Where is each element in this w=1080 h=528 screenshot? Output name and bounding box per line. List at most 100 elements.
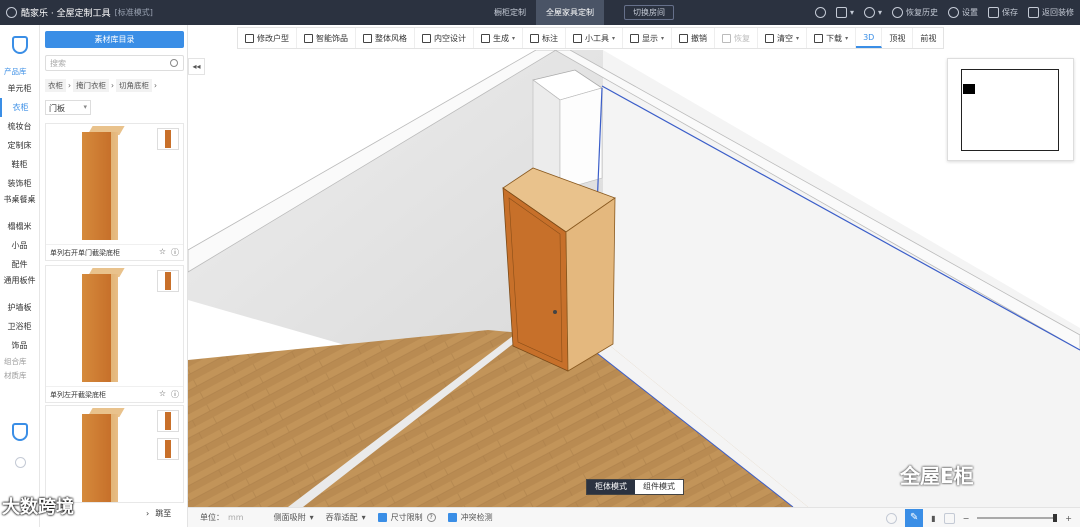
back-to-decor-button[interactable]: 返回装修 xyxy=(1028,7,1074,18)
view-front-tab[interactable]: 前视 xyxy=(913,28,943,48)
message-menu[interactable]: ▾ xyxy=(835,7,854,18)
undo-button[interactable]: 撤销 xyxy=(672,28,716,48)
star-icon[interactable]: ☆ xyxy=(159,389,166,400)
rail-item-bath-cabinet[interactable]: 卫浴柜 xyxy=(0,317,39,336)
cabinet-mode-button[interactable]: 柜体模式 xyxy=(587,480,635,494)
breadcrumb-item[interactable]: 切角底柜 xyxy=(116,79,152,92)
rail-item-ornament[interactable]: 饰品 xyxy=(0,336,39,355)
side-snap-label: 侧面吸附 xyxy=(273,513,306,522)
rail-item-desk[interactable]: 书桌餐桌 xyxy=(0,193,39,217)
tools-menu[interactable]: 小工具 ▾ xyxy=(566,28,624,48)
door-filter-select[interactable]: 门板 ▾ xyxy=(45,100,91,115)
brush-button[interactable]: ✎ xyxy=(905,509,924,527)
help-icon[interactable]: ? xyxy=(426,513,436,522)
rail-section-products[interactable]: 产品库 xyxy=(0,65,39,79)
rail-item-dresser[interactable]: 梳妆台 xyxy=(0,117,39,136)
annotate-label: 标注 xyxy=(542,33,559,43)
generate-menu[interactable]: 生成 ▾ xyxy=(474,28,524,48)
download-label: 下载 xyxy=(826,33,843,43)
unit-label: 单位： xyxy=(200,513,224,522)
edit-floorplan-button[interactable]: 修改户型 xyxy=(238,28,297,48)
render-icon[interactable] xyxy=(886,512,898,524)
variant-thumb[interactable] xyxy=(157,270,179,292)
jump-to-label[interactable]: 跳至 xyxy=(155,508,171,519)
switch-room-button[interactable]: 切换房间 xyxy=(624,5,674,20)
view-3d-tab[interactable]: 3D xyxy=(856,28,883,48)
restore-history-button[interactable]: 恢复历史 xyxy=(892,7,938,18)
catalog-button[interactable]: 素材库目录 xyxy=(45,31,184,48)
variant-thumb[interactable] xyxy=(157,128,179,150)
user-icon[interactable] xyxy=(814,7,826,18)
side-snap-toggle[interactable]: 侧面吸附 ▾ xyxy=(274,512,314,523)
checkbox-icon[interactable] xyxy=(377,513,387,522)
size-limit-label: 尺寸限制 xyxy=(390,513,423,522)
mic-icon[interactable]: ▮ xyxy=(931,514,935,523)
rail-item-custom-bed[interactable]: 定制床 xyxy=(0,136,39,155)
settings-button[interactable]: 设置 xyxy=(948,7,978,18)
view-top-tab[interactable]: 顶视 xyxy=(882,28,914,48)
smart-decor-button[interactable]: 智能饰品 xyxy=(297,28,356,48)
fit-view-icon[interactable] xyxy=(943,512,955,524)
interior-design-button[interactable]: 内空设计 xyxy=(415,28,474,48)
size-limit-toggle[interactable]: 尺寸限制? xyxy=(377,512,436,523)
undo-label: 撤销 xyxy=(691,33,708,43)
rail-item-accessory[interactable]: 配件 xyxy=(0,255,39,274)
component-mode-button[interactable]: 组件模式 xyxy=(635,480,683,494)
rail-logo[interactable] xyxy=(0,25,40,65)
unit-display[interactable]: 单位： mm xyxy=(200,512,244,523)
tab-whole-house-custom[interactable]: 全屋家具定制 xyxy=(536,0,604,25)
rail-section-material[interactable]: 材质库 xyxy=(0,369,39,383)
rail-item-decor-cabinet[interactable]: 装饰柜 xyxy=(0,174,39,193)
search-input[interactable]: 搜索 xyxy=(45,55,184,71)
rail-item-wall-panel[interactable]: 护墙板 xyxy=(0,298,39,317)
palette-icon xyxy=(363,33,372,43)
rail-user[interactable] xyxy=(0,457,40,468)
display-menu[interactable]: 显示 ▾ xyxy=(623,28,673,48)
zoom-out-button[interactable]: − xyxy=(963,514,970,523)
search-icon[interactable] xyxy=(170,59,178,67)
top-right-menu: ▾ ▾ 恢复历史 设置 保存 返回装修 xyxy=(814,0,1074,25)
magic-icon xyxy=(304,33,313,43)
info-icon[interactable]: ⓘ xyxy=(171,247,179,258)
variant-thumb[interactable] xyxy=(157,410,179,432)
breadcrumb-item[interactable]: 衣柜 xyxy=(45,79,66,92)
product-image xyxy=(46,266,183,386)
rail-item-unit-cabinet[interactable]: 单元柜 xyxy=(0,79,39,98)
redo-button[interactable]: 恢复 xyxy=(715,28,759,48)
eye-icon xyxy=(630,33,640,43)
breadcrumb-item[interactable]: 掩门衣柜 xyxy=(73,79,109,92)
rail-item-shoe-cabinet[interactable]: 鞋柜 xyxy=(0,155,39,174)
rail-item-general-board[interactable]: 通用板件 xyxy=(0,274,39,298)
checkbox-icon[interactable] xyxy=(447,513,457,522)
pagination: › 跳至 xyxy=(146,508,171,519)
download-menu[interactable]: 下载 ▾ xyxy=(807,28,857,48)
rail-item-small[interactable]: 小品 xyxy=(0,236,39,255)
app-mode: [标准模式] xyxy=(114,8,153,17)
clear-menu[interactable]: 清空 ▾ xyxy=(758,28,808,48)
style-button[interactable]: 整体风格 xyxy=(356,28,415,48)
star-icon[interactable]: ☆ xyxy=(159,247,166,258)
zoom-knob[interactable] xyxy=(1053,514,1058,522)
rail-item-wardrobe[interactable]: 衣柜 xyxy=(0,98,39,117)
product-card[interactable]: 单列左开截梁底柜 ☆ ⓘ xyxy=(45,265,184,403)
generate-label: 生成 xyxy=(493,33,509,43)
tab-cabinet-custom[interactable]: 橱柜定制 xyxy=(484,0,536,25)
adapt-toggle[interactable]: 吞靠适配 ▾ xyxy=(326,512,366,523)
annotate-button[interactable]: 标注 xyxy=(523,28,567,48)
zoom-in-button[interactable]: + xyxy=(1065,514,1072,523)
rail-enterprise[interactable] xyxy=(0,423,40,441)
save-button[interactable]: 保存 xyxy=(988,7,1018,18)
product-card[interactable]: 单列右开单门截梁底柜 ☆ ⓘ xyxy=(45,123,184,261)
product-card[interactable] xyxy=(45,405,184,503)
rail-section-combo[interactable]: 组合库 xyxy=(0,355,39,369)
status-right-tools: ✎ ▮ − + xyxy=(886,508,1072,528)
chevron-down-icon: ▾ xyxy=(309,513,314,522)
rail-item-tatami[interactable]: 榻榻米 xyxy=(0,217,39,236)
minimap[interactable] xyxy=(947,58,1074,161)
collision-check-toggle[interactable]: 冲突检测 xyxy=(447,512,493,523)
next-page-button[interactable]: › xyxy=(146,509,149,518)
help-menu[interactable]: ▾ xyxy=(863,7,882,18)
info-icon[interactable]: ⓘ xyxy=(171,389,179,400)
variant-thumb[interactable] xyxy=(157,438,179,460)
zoom-slider[interactable] xyxy=(977,514,1058,522)
